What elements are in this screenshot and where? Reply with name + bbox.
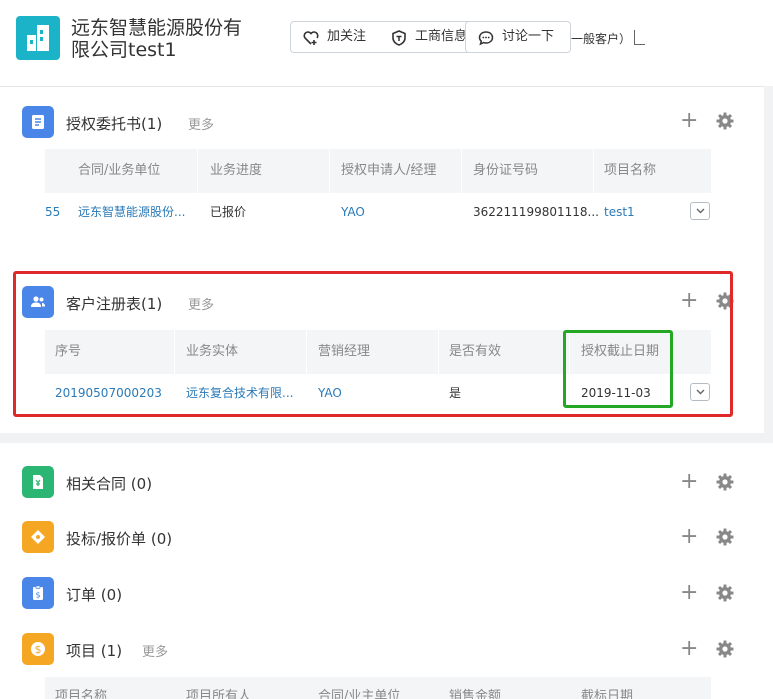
idcard-cell: 362211199801118... (473, 205, 599, 219)
column-header: 合同/业务单位 (78, 163, 161, 178)
progress-cell: 已报价 (210, 205, 247, 219)
money-icon: $ (22, 633, 54, 665)
shield-icon (392, 30, 406, 46)
discuss-button[interactable]: 讨论一下 (465, 21, 571, 53)
section-title: 相关合同 (0) (66, 475, 153, 493)
table-header: 合同/业务单位 业务进度 授权申请人/经理 身份证号码 项目名称 (45, 149, 711, 193)
column-header: 业务进度 (210, 163, 263, 178)
section-title: 投标/报价单 (0) (66, 530, 173, 548)
add-icon[interactable]: + (680, 638, 698, 660)
tag-icon (22, 521, 54, 553)
section-title: 授权委托书(1) (66, 115, 163, 133)
customer-type-label: 一般客户） (571, 32, 632, 46)
gear-icon[interactable] (716, 584, 734, 602)
column-separator (461, 149, 462, 193)
section-title: 项目 (1) (66, 642, 123, 660)
id-fragment[interactable]: 55 (45, 193, 60, 231)
unit-link[interactable]: 远东智慧能源股份... (78, 193, 185, 231)
column-header: 授权申请人/经理 (341, 163, 437, 178)
business-info-button[interactable]: 工商信息 (379, 21, 469, 53)
order-icon: $ (22, 577, 54, 609)
column-separator (197, 149, 198, 193)
chevron-down-icon (696, 208, 705, 214)
more-link[interactable]: 更多 (142, 641, 168, 660)
contract-icon (22, 466, 54, 498)
column-header: 合同/业主单位 (318, 689, 401, 699)
column-header: 截标日期 (581, 689, 634, 699)
more-link[interactable]: 更多 (188, 114, 214, 133)
column-header: 身份证号码 (473, 163, 539, 178)
green-highlight-box (563, 330, 673, 408)
gear-icon[interactable] (716, 112, 734, 130)
company-name: 远东智慧能源股份有 限公司test1 (71, 17, 243, 61)
svg-text:$: $ (35, 591, 40, 600)
section-title: 订单 (0) (66, 586, 123, 604)
document-icon (22, 106, 54, 138)
gear-icon[interactable] (716, 640, 734, 658)
add-icon[interactable]: + (680, 526, 698, 548)
column-separator (329, 149, 330, 193)
project-link[interactable]: test1 (604, 193, 635, 231)
row-dropdown-button[interactable] (690, 202, 710, 220)
chat-bubble-icon (478, 31, 494, 46)
table-header: 项目名称 项目所有人 合同/业主单位 销售金额 截标日期 (45, 677, 711, 699)
text-cursor-icon (634, 30, 645, 45)
building-icon (27, 25, 49, 51)
column-header: 销售金额 (449, 689, 502, 699)
follow-button[interactable]: 加关注 (290, 21, 380, 53)
company-logo (16, 16, 60, 60)
applicant-link[interactable]: YAO (341, 193, 365, 231)
section-divider (0, 433, 773, 443)
heart-plus-icon (303, 31, 319, 45)
column-header: 项目所有人 (186, 689, 252, 699)
add-icon[interactable]: + (680, 471, 698, 493)
scrollbar-track[interactable] (764, 86, 773, 433)
svg-text:$: $ (35, 643, 42, 656)
gear-icon[interactable] (716, 473, 734, 491)
table-row[interactable]: 55 远东智慧能源股份... 已报价 YAO 362211199801118..… (45, 193, 711, 231)
add-icon[interactable]: + (680, 110, 698, 132)
column-separator (593, 149, 594, 193)
gear-icon[interactable] (716, 528, 734, 546)
record-header: 远东智慧能源股份有 限公司test1 加关注 工商信息 讨论一下 一般客户） (0, 0, 773, 87)
column-header: 项目名称 (55, 689, 108, 699)
add-icon[interactable]: + (680, 582, 698, 604)
column-header: 项目名称 (604, 163, 657, 178)
